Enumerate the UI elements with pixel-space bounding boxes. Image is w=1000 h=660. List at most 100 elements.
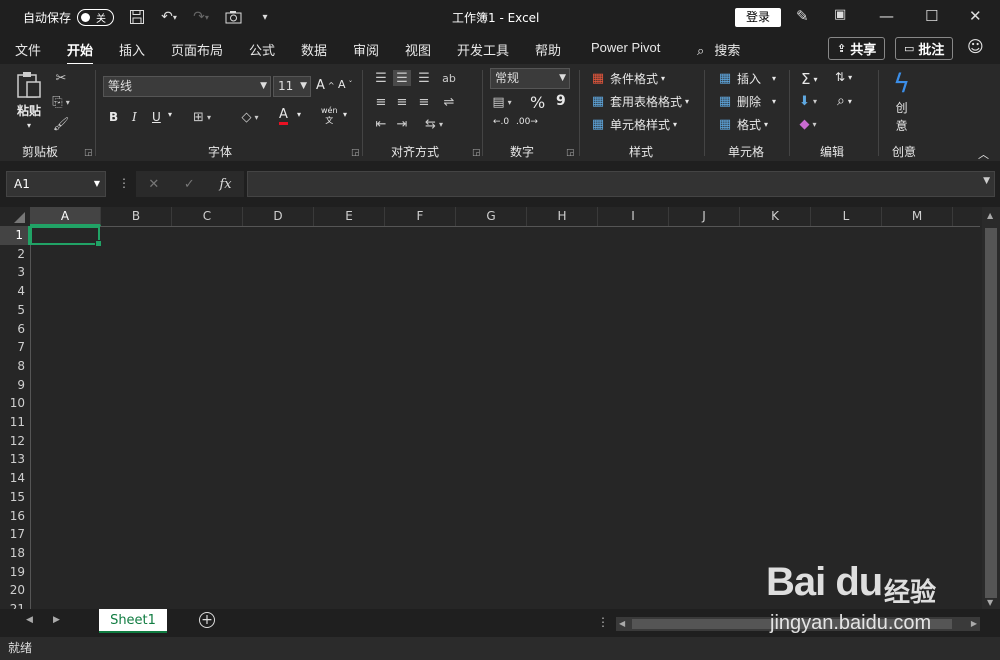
font-name-select[interactable]: 等线 ▼ (103, 76, 271, 97)
close-icon[interactable]: ✕ (969, 7, 982, 25)
column-header[interactable]: J (669, 207, 740, 226)
column-header[interactable]: K (740, 207, 811, 226)
column-header[interactable]: I (598, 207, 669, 226)
vertical-scrollbar[interactable]: ▲ ▼ (982, 207, 1000, 609)
tab-file[interactable]: 文件 (15, 40, 41, 59)
font-color-dropdown-icon[interactable]: ▾ (297, 110, 301, 119)
align-center-icon[interactable]: ≡ (393, 94, 411, 110)
tab-help[interactable]: 帮助 (535, 40, 561, 59)
format-as-table-button[interactable]: ▦ 套用表格格式 ▾ (589, 93, 689, 110)
column-header[interactable]: E (314, 207, 385, 226)
paste-dropdown-icon[interactable]: ▾ (27, 121, 31, 130)
conditional-format-button[interactable]: ▦ 条件格式 ▾ (589, 70, 665, 87)
phonetic-button[interactable]: wén 文 (321, 106, 338, 126)
tab-page-layout[interactable]: 页面布局 (171, 40, 223, 59)
comma-button[interactable]: 9 (556, 93, 566, 109)
ideas-button[interactable]: ϟ 创 意 (893, 70, 910, 134)
increase-font-button[interactable]: A ^ (316, 78, 335, 93)
column-header[interactable]: H (527, 207, 598, 226)
row-header[interactable]: 8 (0, 357, 30, 376)
sheet-tab-sheet1[interactable]: Sheet1 (99, 609, 167, 633)
orientation-icon[interactable]: ab (440, 70, 458, 86)
vertical-scroll-thumb[interactable] (985, 228, 997, 598)
tab-splitter-icon[interactable]: ⋮ (597, 615, 609, 629)
decrease-indent-icon[interactable]: ⇤ (372, 116, 390, 132)
horizontal-scrollbar[interactable]: ◀ ▶ (616, 617, 980, 631)
row-header[interactable]: 17 (0, 525, 30, 544)
align-right-icon[interactable]: ≡ (415, 94, 433, 110)
copy-icon[interactable]: ⎘ ▾ (52, 94, 70, 110)
row-header[interactable]: 12 (0, 432, 30, 451)
column-header[interactable]: D (243, 207, 314, 226)
number-format-select[interactable]: 常规 ▼ (490, 68, 570, 89)
autosave-control[interactable]: 自动保存 关 (23, 8, 115, 26)
row-header[interactable]: 20 (0, 581, 30, 600)
cancel-icon[interactable]: ✕ (148, 177, 159, 192)
column-header[interactable]: M (882, 207, 953, 226)
cell-area[interactable] (30, 226, 980, 609)
customize-qat-icon[interactable]: ▾ (256, 8, 274, 26)
paste-button[interactable]: 粘贴 ▾ (14, 70, 44, 130)
save-icon[interactable] (128, 8, 146, 26)
fill-icon[interactable]: ⬇ ▾ (799, 93, 817, 109)
more-icon[interactable]: ⋮ (118, 176, 130, 190)
column-header[interactable]: L (811, 207, 882, 226)
expand-formula-icon[interactable]: ▼ (983, 176, 990, 186)
increase-decimal-icon[interactable]: ←.0 (493, 117, 509, 127)
row-header[interactable]: 1 (0, 226, 30, 245)
row-header[interactable]: 7 (0, 338, 30, 357)
row-header[interactable]: 3 (0, 263, 30, 282)
align-top-icon[interactable]: ☰ (372, 70, 390, 86)
tab-review[interactable]: 审阅 (353, 40, 379, 59)
sort-filter-icon[interactable]: ⇅ ▾ (835, 70, 852, 84)
scroll-up-icon[interactable]: ▲ (987, 211, 993, 220)
tab-insert[interactable]: 插入 (119, 40, 145, 59)
row-header[interactable]: 6 (0, 320, 30, 339)
row-header[interactable]: 14 (0, 469, 30, 488)
cut-icon[interactable]: ✂ (52, 70, 70, 86)
tab-developer[interactable]: 开发工具 (457, 40, 509, 59)
tab-home[interactable]: 开始 (67, 40, 94, 65)
row-header[interactable]: 10 (0, 394, 30, 413)
number-launcher-icon[interactable]: ◲ (566, 148, 575, 158)
column-header[interactable]: F (385, 207, 456, 226)
ribbon-display-icon[interactable]: ▣ (834, 7, 846, 22)
login-button[interactable]: 登录 (735, 8, 781, 27)
cell-styles-button[interactable]: ▦ 单元格样式 ▾ (589, 116, 677, 133)
horizontal-scroll-thumb[interactable] (632, 619, 952, 629)
search-box[interactable]: ⌕ 搜索 (697, 40, 740, 59)
tab-power-pivot[interactable]: Power Pivot (591, 40, 660, 55)
name-box[interactable]: A1 ▼ (6, 171, 106, 197)
fill-color-icon[interactable]: ◇ ▾ (241, 109, 259, 125)
column-header[interactable]: C (172, 207, 243, 226)
alignment-launcher-icon[interactable]: ◲ (472, 148, 481, 158)
percent-button[interactable]: % (530, 93, 545, 112)
autosave-toggle[interactable]: 关 (77, 8, 115, 26)
select-all-icon[interactable] (14, 212, 25, 223)
decrease-decimal-icon[interactable]: .00→ (516, 117, 538, 127)
format-painter-icon[interactable]: 🖌 (52, 116, 70, 132)
insert-cells-button[interactable]: ▦ 插入 ▾ (716, 70, 776, 87)
row-header[interactable]: 21 (0, 600, 30, 609)
align-bottom-icon[interactable]: ☰ (415, 70, 433, 86)
row-header[interactable]: 18 (0, 544, 30, 563)
font-launcher-icon[interactable]: ◲ (351, 148, 360, 158)
collapse-ribbon-icon[interactable]: ︿ (978, 146, 989, 162)
camera-icon[interactable] (224, 8, 242, 26)
row-header[interactable]: 11 (0, 413, 30, 432)
find-select-icon[interactable]: ⌕ ▾ (837, 93, 852, 109)
active-cell[interactable] (30, 226, 102, 247)
row-header[interactable]: 16 (0, 507, 30, 526)
column-header[interactable]: G (456, 207, 527, 226)
phonetic-dropdown-icon[interactable]: ▾ (343, 110, 347, 119)
prev-sheet-icon[interactable]: ◀ (26, 615, 33, 625)
increase-indent-icon[interactable]: ⇥ (393, 116, 411, 132)
column-header[interactable]: A (30, 207, 101, 226)
next-sheet-icon[interactable]: ▶ (53, 615, 60, 625)
maximize-icon[interactable]: ☐ (925, 7, 938, 25)
decrease-font-button[interactable]: Aˇ (338, 78, 353, 91)
tab-view[interactable]: 视图 (405, 40, 431, 59)
share-button[interactable]: ⇪ 共享 (828, 37, 886, 60)
row-header[interactable]: 4 (0, 282, 30, 301)
format-cells-button[interactable]: ▦ 格式 ▾ (716, 116, 768, 133)
